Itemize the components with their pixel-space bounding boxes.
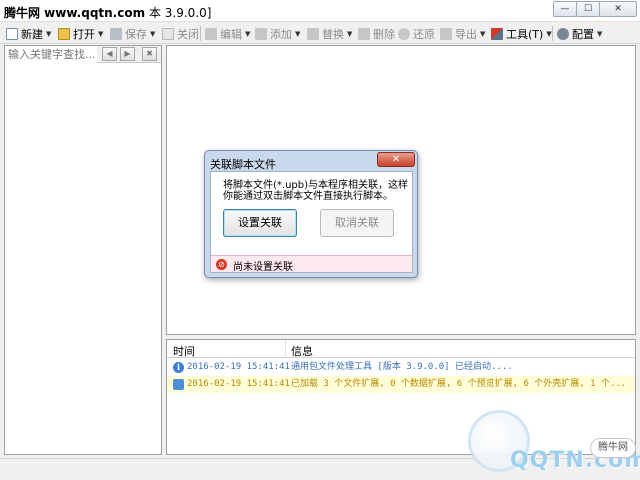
restore-label: 还原 [413,27,435,41]
chevron-down-icon: ▼ [245,29,251,38]
watermark-badge: 腾牛网 [590,438,636,458]
add-label: 添加 [270,27,292,41]
floppy-disk-icon [110,27,122,40]
log-message: 通用包文件处理工具 [版本 3.9.0.0] 已经启动.... [291,362,513,372]
tools-icon [491,27,503,40]
save-button[interactable]: 保存 ▼ [110,25,155,42]
undo-icon [398,27,410,40]
delete-label: 删除 [373,27,395,41]
open-label: 打开 [73,27,95,41]
log-row[interactable]: 2016-02-19 15:41:41 已加载 3 个文件扩展, 0 个数据扩展… [167,376,635,393]
file-tree-panel[interactable]: ◀ ▶ ✖ [4,45,162,455]
search-prev-button[interactable]: ◀ [102,47,117,61]
close-file-button[interactable]: 关闭 [162,25,199,42]
column-divider[interactable] [285,340,286,358]
minimize-button[interactable]: — [553,1,577,17]
log-column-info[interactable]: 信息 [291,343,313,359]
dialog-title: 关联脚本文件 [210,158,276,171]
tools-menu-button[interactable]: 工具(T) ▼ [491,25,552,42]
restore-button[interactable]: 还原 [398,25,435,42]
search-input[interactable] [5,46,97,63]
chat-icon [173,379,184,390]
search-clear-button[interactable]: ✖ [142,47,157,61]
set-association-button[interactable]: 设置关联 [223,209,297,237]
config-menu-button[interactable]: 配置 ▼ [557,25,602,42]
watermark: QQTN.com 腾牛网 [468,404,640,478]
cancel-association-button[interactable]: 取消关联 [320,209,394,237]
replace-icon [307,27,319,40]
close-label: 关闭 [177,27,199,41]
close-document-icon [162,27,174,40]
close-window-button[interactable]: ✕ [599,1,637,17]
chevron-down-icon: ▼ [295,29,301,38]
replace-label: 替换 [322,27,344,41]
chevron-down-icon: ▼ [546,29,552,38]
search-bar: ◀ ▶ ✖ [5,46,161,63]
info-icon: i [173,362,184,373]
export-label: 导出 [455,27,477,41]
edit-label: 编辑 [220,27,242,41]
chevron-down-icon: ▼ [347,29,353,38]
tools-label: 工具(T) [506,27,544,41]
dialog-close-button[interactable]: ✕ [377,152,415,167]
title-brand: 腾牛网 www.qqtn.com [4,6,146,20]
add-button[interactable]: 添加 ▼ [255,25,300,42]
chevron-down-icon: ▼ [480,29,486,38]
chevron-down-icon: ▼ [98,29,104,38]
log-row[interactable]: i 2016-02-19 15:41:41 通用包文件处理工具 [版本 3.9.… [167,359,635,376]
save-label: 保存 [125,27,147,41]
delete-icon [358,27,370,40]
log-time: 2016-02-19 15:41:41 [187,362,290,372]
dialog-message: 将脚本文件(*.upb)与本程序相关联，这样 你能通过双击脚本文件直接执行脚本。 [223,180,409,202]
title-bar: 腾牛网 www.qqtn.com 本 3.9.0.0] — ☐ ✕ [0,0,640,22]
folder-icon [58,27,70,40]
search-next-button[interactable]: ▶ [120,47,135,61]
new-button[interactable]: 新建 ▼ [6,25,51,42]
association-status-text: 尚未设置关联 [233,262,293,273]
config-label: 配置 [572,27,594,41]
toolbar-divider [552,26,553,41]
maximize-button[interactable]: ☐ [576,1,600,17]
prohibited-icon: ⊘ [216,259,227,270]
window-title: 腾牛网 www.qqtn.com 本 3.9.0.0] [4,4,211,21]
export-icon [440,27,452,40]
associate-script-dialog: 关联脚本文件 ✕ 将脚本文件(*.upb)与本程序相关联，这样 你能通过双击脚本… [204,150,418,278]
plus-icon [255,27,267,40]
edit-button[interactable]: 编辑 ▼ [205,25,250,42]
association-status-bar: ⊘ 尚未设置关联 [211,255,412,273]
new-label: 新建 [21,27,43,41]
log-message: 已加载 3 个文件扩展, 0 个数据扩展, 6 个预览扩展, 6 个外壳扩展, … [291,379,627,389]
replace-button[interactable]: 替换 ▼ [307,25,352,42]
gear-icon [557,27,569,40]
title-version: 本 3.9.0.0] [148,6,212,20]
dialog-body: 将脚本文件(*.upb)与本程序相关联，这样 你能通过双击脚本文件直接执行脚本。… [210,171,413,273]
log-column-time[interactable]: 时间 [173,343,195,359]
log-time: 2016-02-19 15:41:41 [187,379,290,389]
chevron-down-icon: ▼ [597,29,603,38]
log-header: 时间 信息 [167,340,635,358]
export-button[interactable]: 导出 ▼ [440,25,485,42]
new-file-icon [6,27,18,40]
toolbar-divider [200,26,201,41]
delete-button[interactable]: 删除 [358,25,395,42]
toolbar: 新建 ▼ 打开 ▼ 保存 ▼ 关闭 编辑 ▼ 添加 ▼ 替换 ▼ 删除 还原 导… [0,23,640,44]
chevron-down-icon: ▼ [150,29,156,38]
pencil-icon [205,27,217,40]
open-button[interactable]: 打开 ▼ [58,25,103,42]
chevron-down-icon: ▼ [46,29,52,38]
